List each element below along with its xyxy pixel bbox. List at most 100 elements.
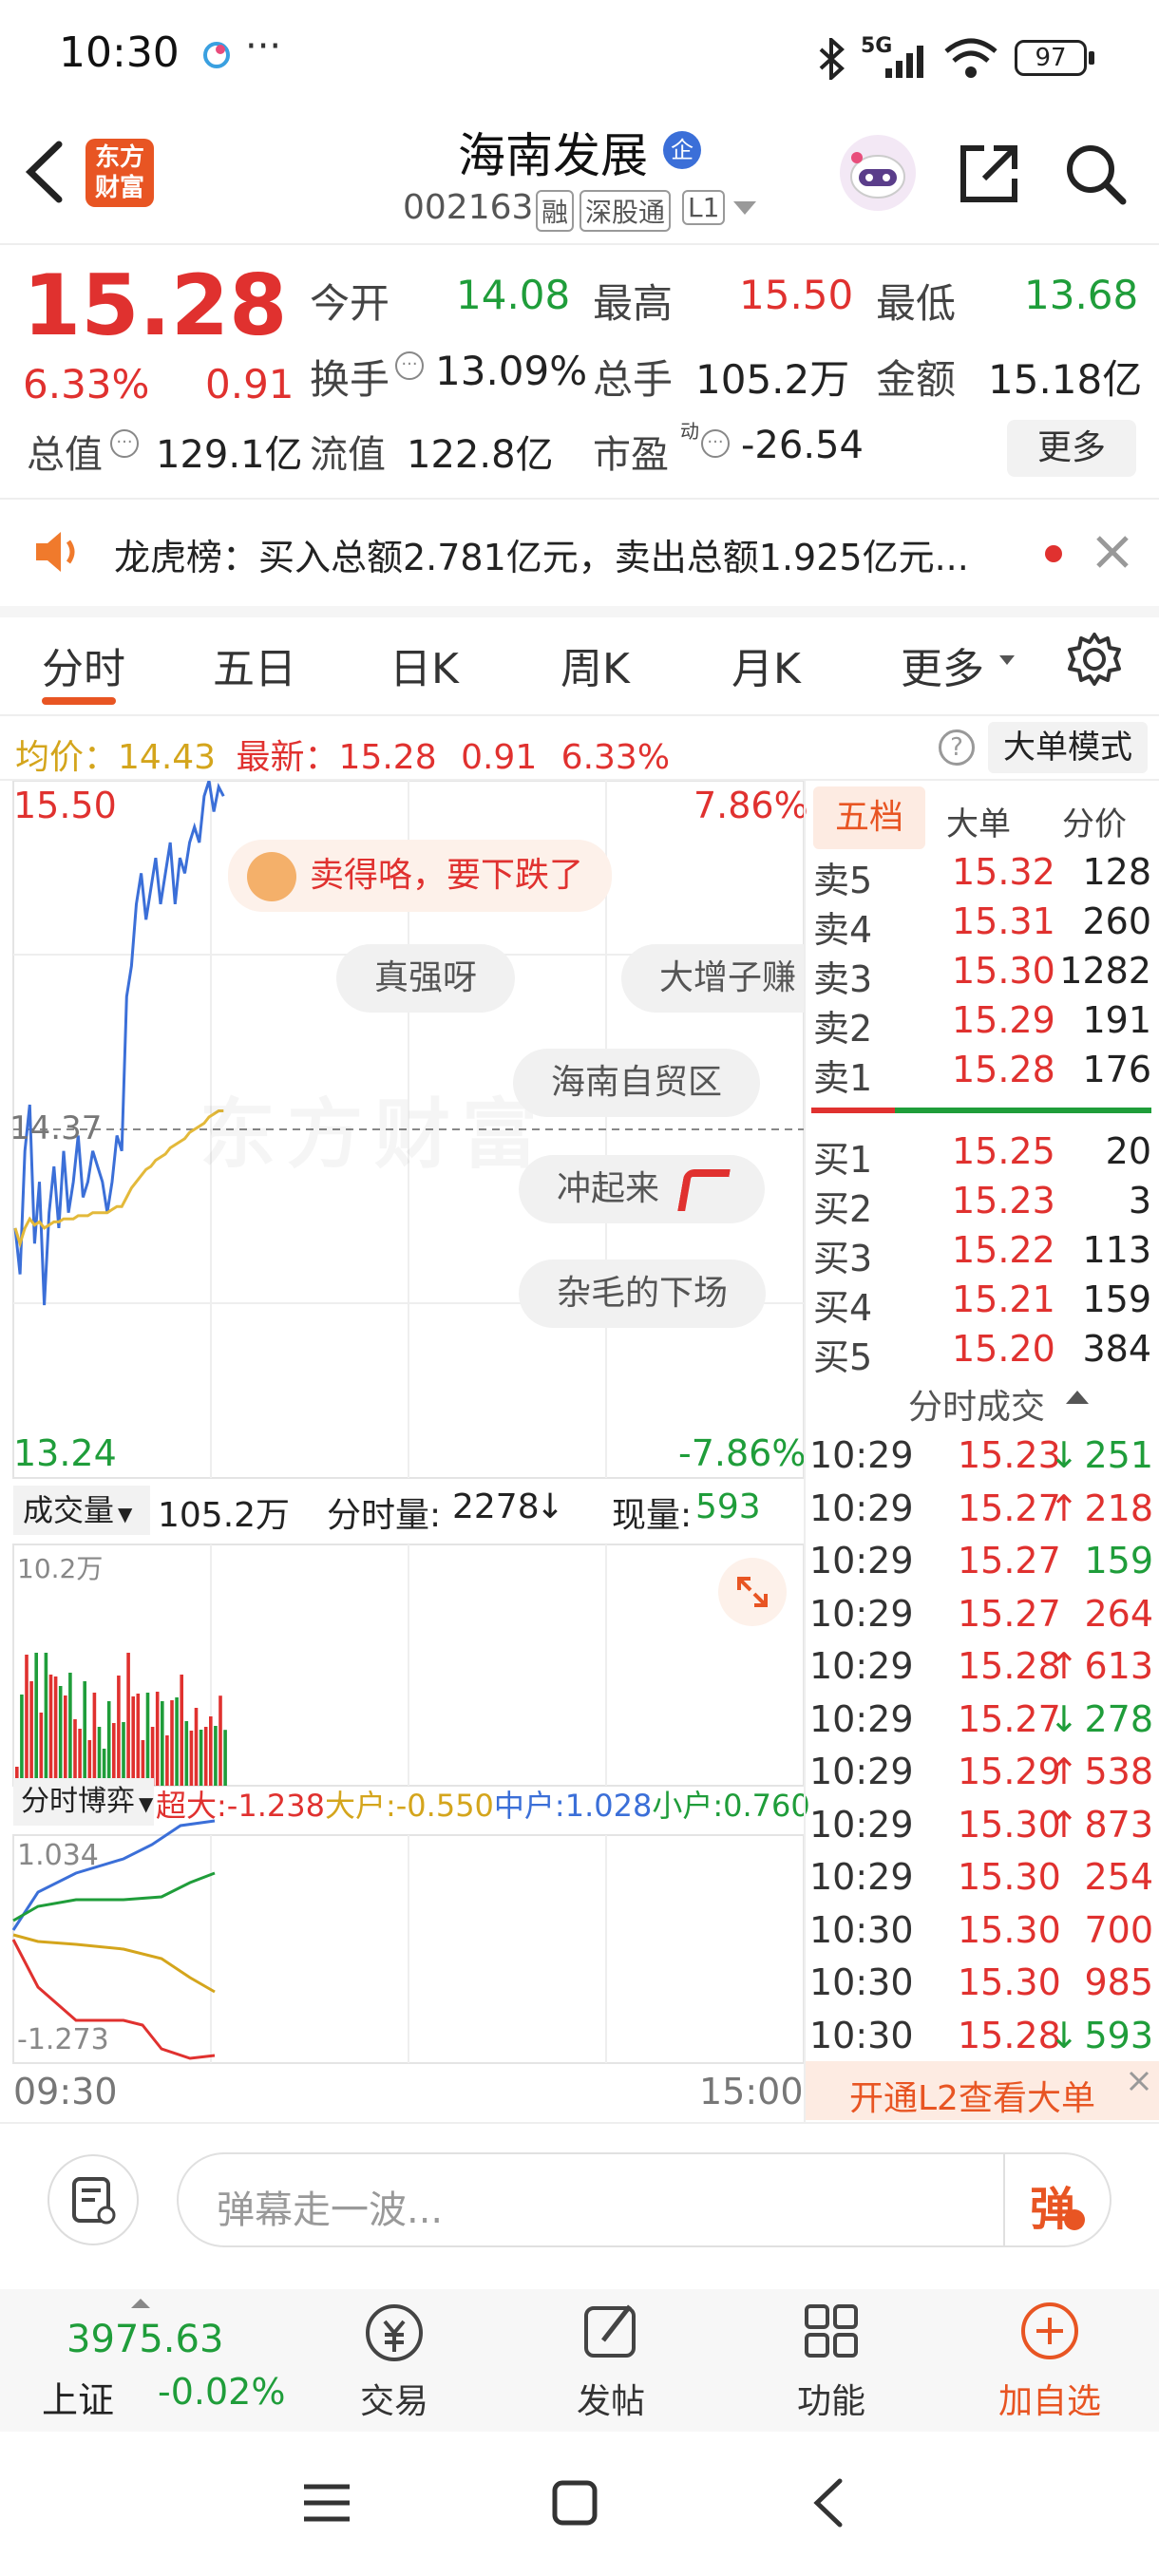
- search-icon[interactable]: [1062, 141, 1129, 207]
- turnover-info-icon[interactable]: ···: [395, 351, 424, 380]
- tab-intraday[interactable]: 分时: [42, 635, 125, 695]
- chart-high-pct: 7.86%: [694, 785, 808, 826]
- amount-label: 金额: [876, 356, 957, 403]
- trade-label: 交易: [359, 2382, 428, 2421]
- menu-icon[interactable]: [300, 2479, 353, 2527]
- flow-selector[interactable]: 分时博弈 ▼: [13, 1778, 154, 1826]
- danmaku-1[interactable]: 真强呀: [336, 944, 516, 1013]
- danmaku-input[interactable]: 弹幕走一波... 弹: [177, 2152, 1112, 2247]
- tab-five-day[interactable]: 五日: [213, 635, 296, 695]
- volume-fen-value: 2278: [452, 1487, 540, 1526]
- volume-value: 105.2万: [695, 356, 850, 403]
- pe-info-icon[interactable]: ···: [701, 429, 730, 458]
- notice-text[interactable]: 龙虎榜：买入总额2.781亿元，卖出总额1.925亿元...: [114, 528, 1026, 580]
- code-dropdown-icon[interactable]: [733, 201, 756, 215]
- big-label: 大户:: [324, 1788, 396, 1824]
- trade-icon: [366, 2304, 423, 2361]
- nav-add-watchlist[interactable]: 加自选: [988, 2299, 1112, 2423]
- float-value: 122.8亿: [407, 433, 554, 477]
- l2-banner[interactable]: 开通L2查看大单: [806, 2061, 1159, 2120]
- bid-label: 买2: [813, 1188, 873, 1230]
- open-label: 今开: [310, 280, 390, 327]
- mktcap-info-icon[interactable]: ···: [110, 429, 139, 458]
- tab-more[interactable]: 更多: [901, 635, 984, 695]
- expand-chart-button[interactable]: [718, 1558, 787, 1626]
- chart-mid-price: 14.37: [10, 1109, 103, 1147]
- volume-label: 总手: [593, 356, 674, 403]
- nav-post[interactable]: 发帖: [559, 2299, 663, 2423]
- func-label: 功能: [796, 2382, 865, 2421]
- ask-price: 15.29: [952, 999, 1055, 1041]
- volume-bar: [194, 1708, 199, 1786]
- volume-bar: [170, 1700, 174, 1786]
- latest-change: 0.91: [461, 738, 538, 777]
- big-order-mode-button[interactable]: 大单模式: [988, 722, 1148, 773]
- latest-label: 最新：: [236, 738, 339, 777]
- time-end: 15:00: [699, 2071, 804, 2112]
- volume-selector[interactable]: 成交量 ▼: [13, 1486, 150, 1535]
- tab-price-distribution[interactable]: 分价: [1062, 798, 1127, 844]
- danmaku-0[interactable]: 卖得咯，要下跌了: [228, 840, 613, 912]
- tab-five-levels[interactable]: 五档: [813, 786, 925, 849]
- nav-functions[interactable]: 功能: [779, 2299, 884, 2423]
- settings-gear-icon[interactable]: [1066, 631, 1123, 688]
- index-pct[interactable]: -0.02%: [158, 2371, 285, 2413]
- tag-margin: 融: [536, 190, 575, 232]
- l2-close-icon[interactable]: [1125, 2067, 1153, 2095]
- signal-icon: [884, 44, 931, 78]
- nav-trade[interactable]: 交易: [342, 2299, 446, 2423]
- volume-bar: [58, 1686, 63, 1786]
- danmaku-4[interactable]: 冲起来: [519, 1155, 766, 1223]
- tick-price: 15.30: [958, 1803, 1061, 1846]
- tab-weekly-k[interactable]: 周K: [560, 635, 630, 695]
- ask-price: 15.32: [952, 851, 1055, 893]
- robot-assistant-icon[interactable]: [838, 133, 918, 213]
- tick-volume: 873: [1084, 1803, 1153, 1846]
- tab-monthly-k[interactable]: 月K: [732, 635, 801, 695]
- info-bar: 均价：14.43 最新：15.28 0.91 6.33%: [15, 729, 670, 779]
- tag-level: L1: [682, 190, 726, 225]
- comment-template-button[interactable]: [48, 2154, 139, 2245]
- index-expand-icon[interactable]: [131, 2299, 150, 2308]
- home-square-icon[interactable]: [551, 2479, 598, 2527]
- volume-bar: [126, 1653, 130, 1786]
- tab-daily-k[interactable]: 日K: [390, 635, 459, 695]
- avg-value: 14.43: [118, 738, 217, 777]
- bid-price: 15.20: [952, 1328, 1055, 1370]
- index-value[interactable]: 3975.63: [66, 2318, 223, 2361]
- volume-max-label: 10.2万: [17, 1553, 104, 1584]
- tab-big-orders[interactable]: 大单: [946, 798, 1011, 844]
- ticks-sort-icon[interactable]: [1066, 1391, 1089, 1404]
- rocket-icon: [677, 1169, 732, 1211]
- ask-volume: 191: [1082, 999, 1151, 1041]
- danmaku-5[interactable]: 杂毛的下场: [519, 1260, 767, 1328]
- current-price: 15.28: [23, 256, 288, 354]
- app-logo[interactable]: 东方 财富: [86, 139, 154, 207]
- battery-level: 97: [1035, 44, 1067, 72]
- danmaku-3[interactable]: 海南自贸区: [513, 1049, 761, 1117]
- more-quote-button[interactable]: 更多: [1007, 420, 1136, 477]
- tick-time: 10:29: [809, 1487, 914, 1529]
- back-arrow-icon[interactable]: [21, 139, 68, 205]
- danmaku-2[interactable]: 大增子赚: [621, 944, 804, 1013]
- latest-pct: 6.33%: [560, 738, 671, 777]
- tick-volume: 613: [1084, 1645, 1153, 1687]
- tick-price: 15.27: [958, 1592, 1061, 1635]
- grid-icon: [805, 2304, 858, 2358]
- tick-volume: 251: [1084, 1434, 1153, 1476]
- help-icon[interactable]: ?: [939, 729, 975, 766]
- share-icon[interactable]: [956, 141, 1022, 207]
- add-label: 加自选: [998, 2382, 1101, 2421]
- bid-price: 15.21: [952, 1279, 1055, 1320]
- volume-bar: [83, 1681, 86, 1786]
- add-circle-icon: [1021, 2302, 1078, 2359]
- volume-bar: [97, 1727, 102, 1786]
- wifi-icon: [942, 38, 999, 80]
- system-back-icon[interactable]: [809, 2475, 847, 2530]
- close-notice-icon[interactable]: [1092, 532, 1132, 572]
- pe-superscript: 动: [680, 420, 699, 443]
- status-time: 10:30: [59, 28, 180, 77]
- latest-value: 15.28: [338, 738, 437, 777]
- high-label: 最高: [593, 280, 674, 327]
- index-name[interactable]: 上证: [42, 2371, 114, 2423]
